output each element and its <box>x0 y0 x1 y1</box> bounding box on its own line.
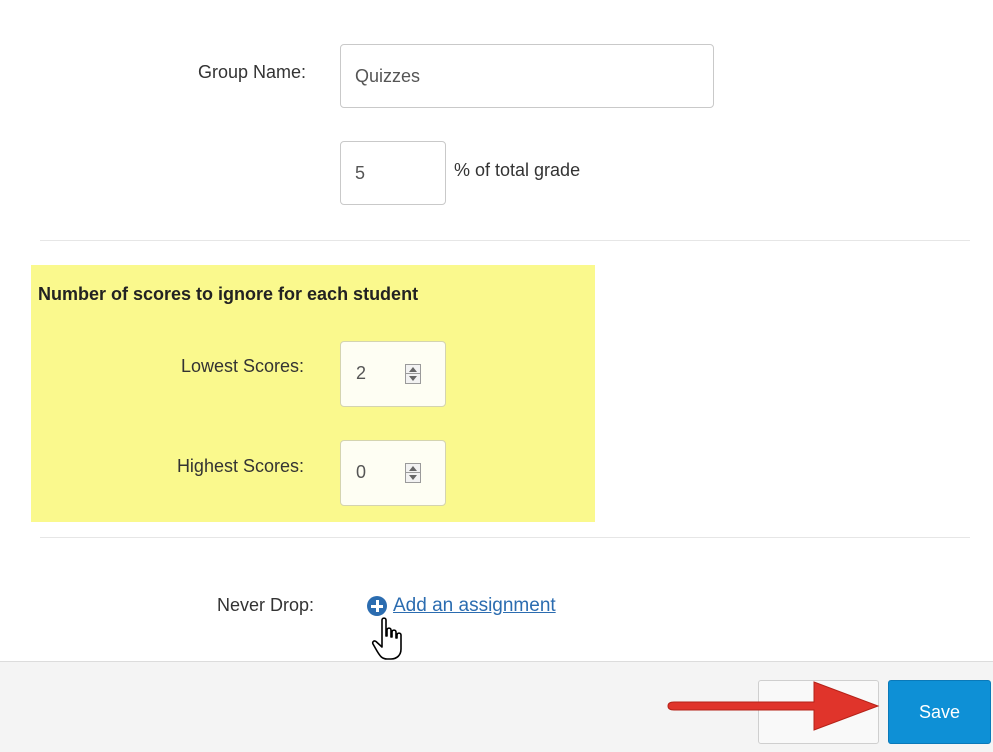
assignment-group-dialog: Group Name: % of total grade Number of s… <box>0 0 993 752</box>
add-assignment-label[interactable]: Add an assignment <box>393 595 556 617</box>
lowest-scores-value: 2 <box>356 363 367 383</box>
group-name-input[interactable] <box>340 44 714 108</box>
section-divider <box>40 240 970 241</box>
lowest-scores-stepper[interactable]: 2 <box>340 341 446 407</box>
lowest-scores-label: Lowest Scores: <box>180 356 304 376</box>
highest-scores-value: 0 <box>356 462 367 482</box>
highest-scores-label: Highest Scores: <box>176 456 304 476</box>
never-drop-label: Never Drop: <box>216 595 314 615</box>
spinner-arrows-icon[interactable] <box>405 463 421 483</box>
red-arrow-annotation <box>667 681 880 731</box>
section-divider <box>40 537 970 538</box>
spinner-arrows-icon[interactable] <box>405 364 421 384</box>
group-name-label: Group Name: <box>197 62 306 82</box>
plus-circle-icon[interactable] <box>367 596 387 616</box>
add-assignment-link[interactable]: Add an assignment <box>367 595 556 617</box>
highest-scores-stepper[interactable]: 0 <box>340 440 446 506</box>
drop-rules-title: Number of scores to ignore for each stud… <box>38 284 419 304</box>
save-button[interactable]: Save <box>888 680 991 744</box>
weight-suffix: % of total grade <box>454 160 581 180</box>
hand-pointer-icon <box>371 617 402 660</box>
weight-input[interactable] <box>340 141 446 205</box>
